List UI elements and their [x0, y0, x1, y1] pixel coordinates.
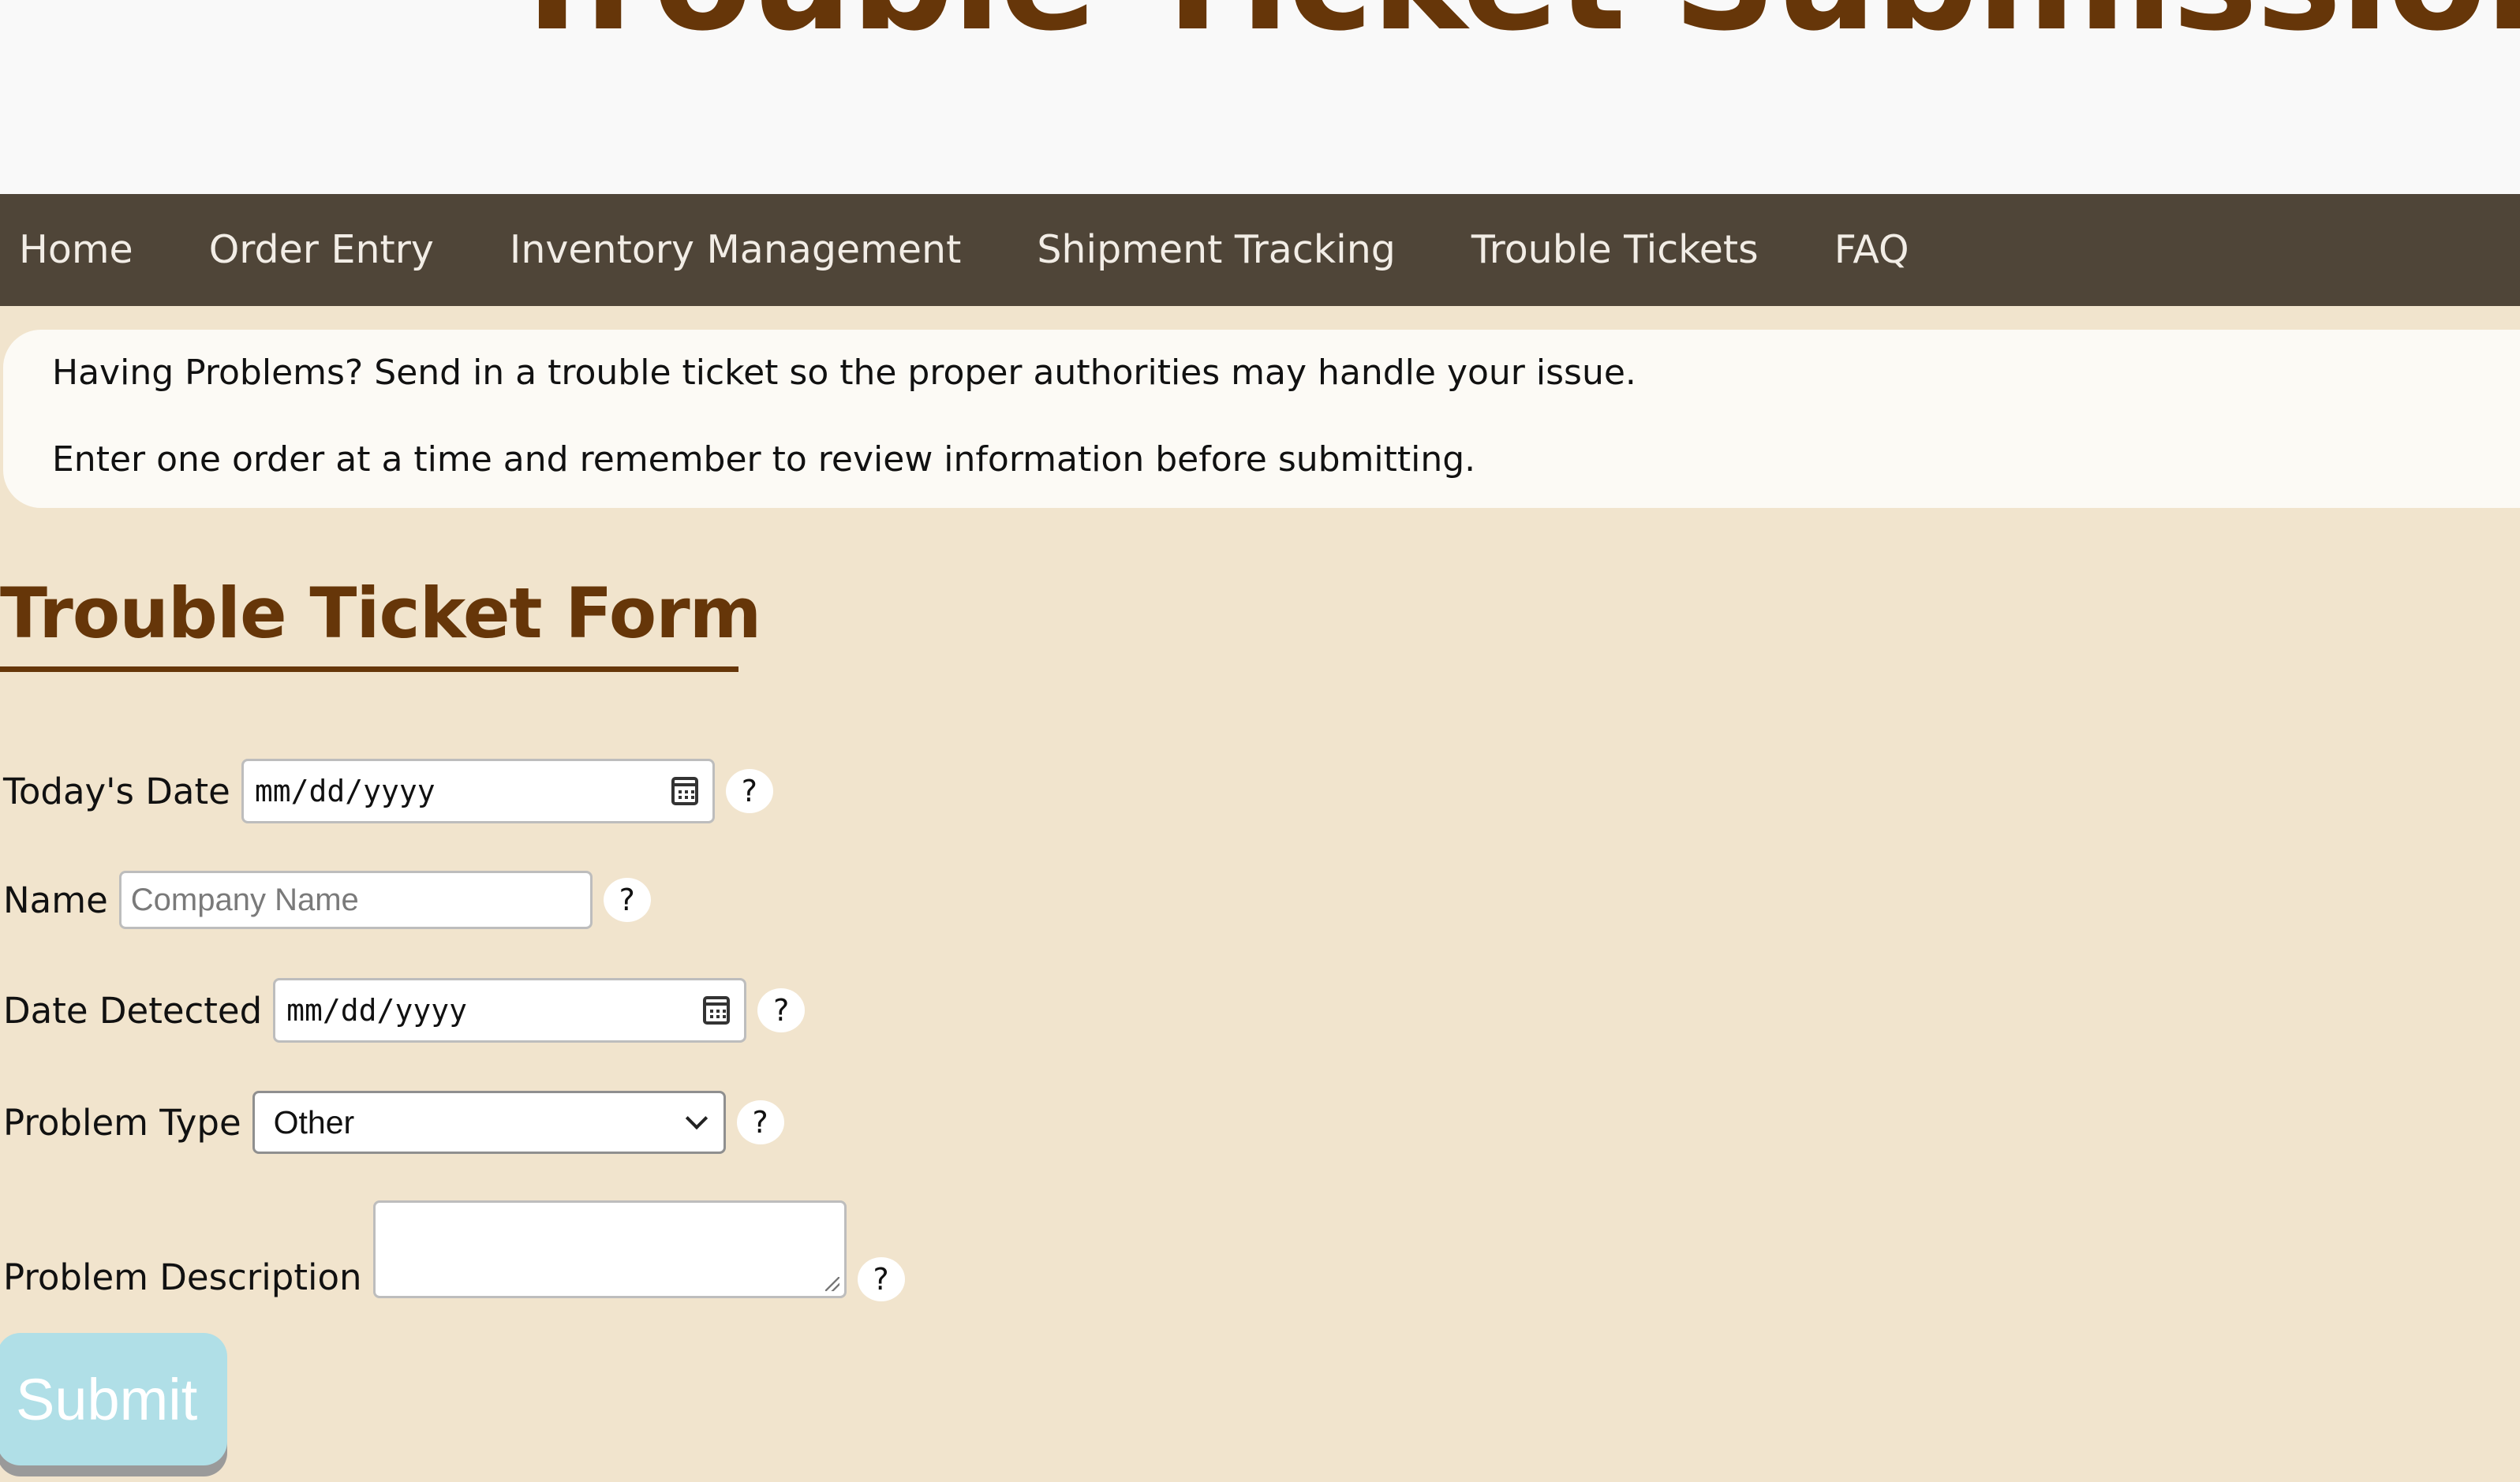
date-detected-value: mm/dd/yyyy	[286, 993, 467, 1028]
name-row: Name ?	[3, 871, 651, 929]
nav-inventory-management[interactable]: Inventory Management	[491, 194, 980, 306]
intro-line-2: Enter one order at a time and remember t…	[52, 439, 1476, 480]
problem-description-row: Problem Description ?	[3, 1200, 905, 1301]
nav-home[interactable]: Home	[0, 194, 152, 306]
nav-shipment-tracking[interactable]: Shipment Tracking	[1018, 194, 1415, 306]
problem-description-label: Problem Description	[3, 1256, 362, 1298]
page: Trouble Ticket Submission Home Order Ent…	[0, 0, 2520, 1482]
resize-grip-icon[interactable]	[824, 1277, 839, 1291]
nav-order-entry[interactable]: Order Entry	[190, 194, 453, 306]
calendar-icon[interactable]	[703, 996, 731, 1025]
nav-faq[interactable]: FAQ	[1815, 194, 1928, 306]
date-detected-row: Date Detected mm/dd/yyyy ?	[3, 978, 806, 1043]
chevron-down-icon	[685, 1107, 708, 1130]
todays-date-input[interactable]: mm/dd/yyyy	[241, 759, 715, 823]
intro-panel: Having Problems? Send in a trouble ticke…	[3, 330, 2520, 508]
name-label: Name	[3, 879, 108, 921]
date-detected-input[interactable]: mm/dd/yyyy	[273, 978, 747, 1043]
todays-date-row: Today's Date mm/dd/yyyy ?	[3, 759, 773, 823]
todays-date-value: mm/dd/yyyy	[254, 774, 436, 808]
problem-description-textarea[interactable]	[372, 1200, 847, 1298]
name-help-button[interactable]: ?	[603, 878, 651, 922]
todays-date-label: Today's Date	[3, 770, 230, 812]
submit-button[interactable]: Submit	[0, 1333, 227, 1465]
date-detected-label: Date Detected	[3, 989, 263, 1032]
todays-date-help-button[interactable]: ?	[725, 769, 773, 813]
main-nav: Home Order Entry Inventory Management Sh…	[0, 194, 2520, 306]
problem-type-select[interactable]: Other	[252, 1091, 726, 1154]
date-detected-help-button[interactable]: ?	[757, 988, 806, 1032]
nav-trouble-tickets[interactable]: Trouble Tickets	[1453, 194, 1778, 306]
page-title: Trouble Ticket Submission	[503, 0, 2520, 50]
problem-type-value: Other	[273, 1103, 355, 1140]
intro-line-1: Having Problems? Send in a trouble ticke…	[52, 353, 1636, 393]
page-header: Trouble Ticket Submission	[0, 0, 2520, 194]
calendar-icon[interactable]	[671, 777, 698, 805]
problem-type-row: Problem Type Other ?	[3, 1091, 784, 1154]
name-input[interactable]	[118, 871, 593, 929]
problem-type-help-button[interactable]: ?	[736, 1100, 784, 1144]
problem-type-label: Problem Type	[3, 1101, 241, 1144]
form-title: Trouble Ticket Form	[0, 575, 761, 672]
problem-description-help-button[interactable]: ?	[857, 1257, 905, 1301]
